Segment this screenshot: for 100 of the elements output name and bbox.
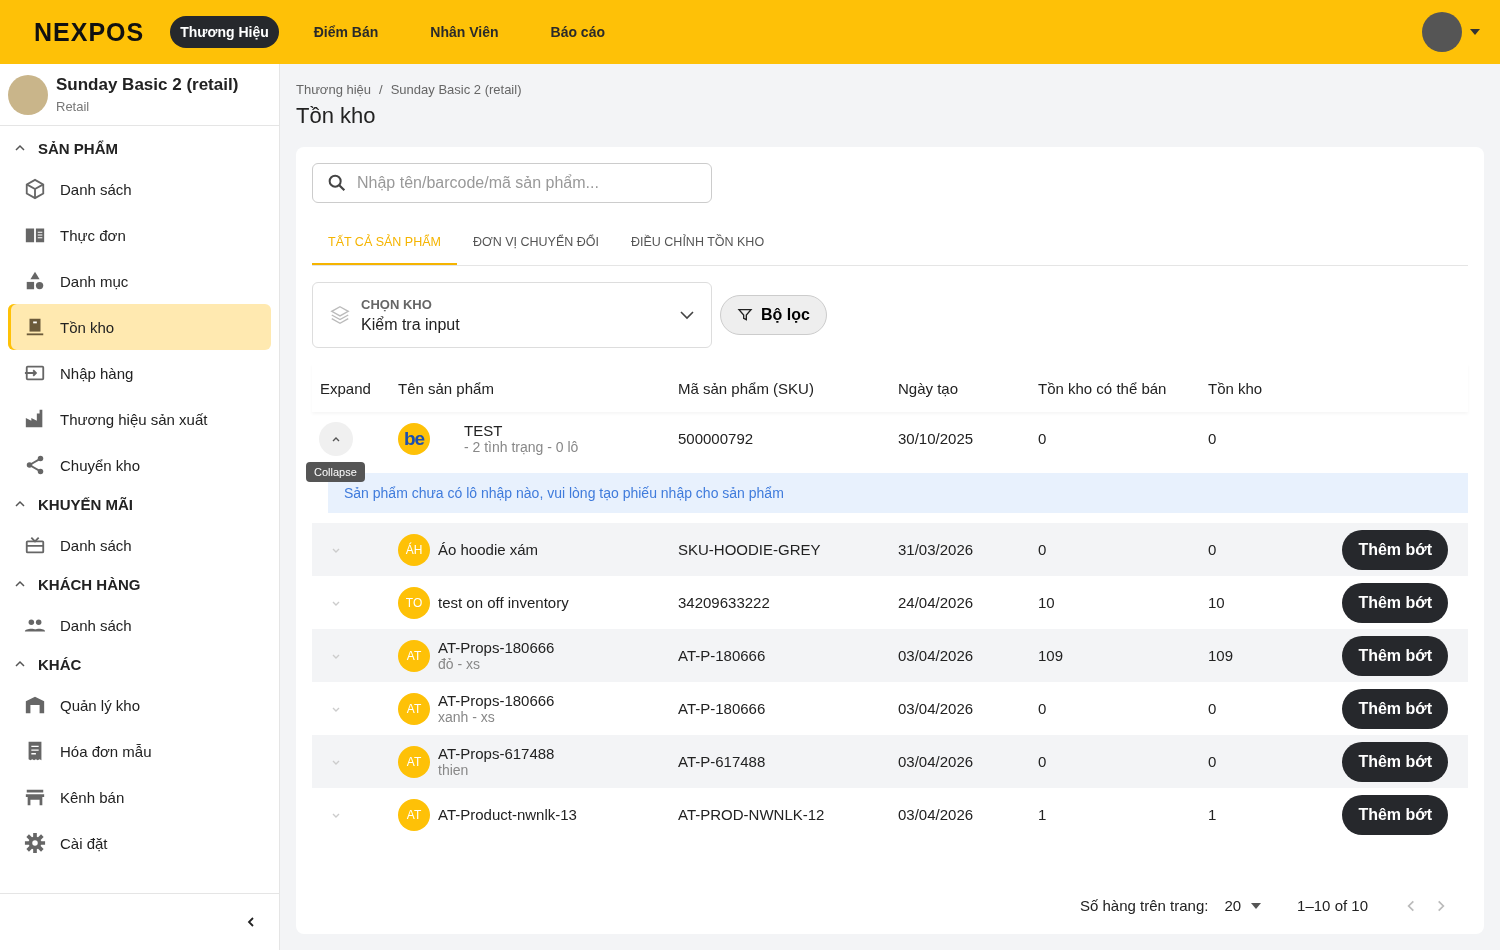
- sellable-stock-cell-text: 0: [1037, 541, 1048, 558]
- product-avatar: AT: [398, 692, 430, 725]
- sidebar-item[interactable]: Danh sách: [8, 166, 271, 212]
- product-avatar: AT: [398, 798, 430, 831]
- store-type: Retail: [56, 99, 91, 114]
- user-avatar[interactable]: [1422, 12, 1462, 52]
- sidebar-item[interactable]: Tồn kho: [8, 304, 271, 350]
- sellable-stock-cell-text: 109: [1037, 647, 1065, 664]
- store-photo: [8, 74, 48, 115]
- product-variant: - 2 tình trạng - 0 lô: [464, 439, 579, 455]
- sidebar-item[interactable]: Nhập hàng: [8, 350, 271, 396]
- adjust-button[interactable]: Thêm bớt: [1342, 688, 1448, 729]
- adjust-button[interactable]: Thêm bớt: [1342, 582, 1448, 623]
- date-cell-text: 03/04/2026: [897, 647, 975, 664]
- column-header: Tồn kho: [1207, 379, 1264, 397]
- sku-cell-text: AT-P-180666: [677, 647, 767, 664]
- adjust-button[interactable]: Thêm bớt: [1342, 794, 1448, 835]
- sellable-stock-cell-text: 10: [1037, 594, 1056, 611]
- sku-cell-text: AT-PROD-NWNLK-12: [677, 806, 826, 823]
- adjust-button[interactable]: Thêm bớt: [1342, 635, 1448, 676]
- date-cell-text: 31/03/2026: [897, 541, 975, 558]
- date-cell-text: 03/04/2026: [897, 700, 975, 717]
- column-header: Mã sản phẩm (SKU): [677, 379, 815, 397]
- filter-button[interactable]: Bộ lọc: [720, 295, 827, 335]
- sidebar-item[interactable]: Thực đơn: [8, 212, 271, 258]
- tab[interactable]: ĐIỀU CHỈNH TỒN KHO: [615, 223, 781, 265]
- nav-tab[interactable]: Nhân Viên: [413, 16, 516, 48]
- stock-cell-text: 109: [1207, 647, 1235, 664]
- logo[interactable]: NEXPOS: [34, 17, 145, 47]
- share-icon: [24, 454, 46, 476]
- stock-cell-text: 1: [1207, 806, 1218, 823]
- section-header[interactable]: SẢN PHẨM: [8, 134, 271, 162]
- page-title: Tồn kho: [296, 103, 377, 129]
- warehouse-select[interactable]: CHỌN KHO Kiểm tra input: [312, 282, 712, 348]
- product-name: Áo hoodie xám: [438, 541, 539, 558]
- product-name: AT-Product-nwnlk-13: [438, 806, 577, 823]
- sku-cell-text: AT-P-617488: [677, 753, 767, 770]
- product-variant: xanh - xs: [438, 709, 496, 725]
- nav-tab[interactable]: Thương Hiệu: [170, 16, 279, 48]
- rows-per-page-label: Số hàng trên trang:: [1079, 897, 1209, 914]
- pallet-icon: [24, 316, 46, 338]
- tab[interactable]: ĐƠN VỊ CHUYỂN ĐỔI: [457, 223, 615, 265]
- collapse-sidebar-icon[interactable]: [245, 916, 257, 928]
- date-cell-text: 24/04/2026: [897, 594, 975, 611]
- stock-cell-text: 10: [1207, 594, 1226, 611]
- product-avatar: ÁH: [398, 533, 430, 566]
- search-field[interactable]: Nhập tên/barcode/mã sản phẩm...: [312, 163, 712, 203]
- nav-tab[interactable]: Báo cáo: [533, 16, 622, 48]
- stock-cell-text: 0: [1207, 541, 1218, 558]
- layers-icon: [329, 304, 351, 326]
- sidebar-item[interactable]: Quản lý kho: [8, 682, 271, 728]
- stock-cell-text: 0: [1207, 700, 1218, 717]
- adjust-button[interactable]: Thêm bớt: [1342, 741, 1448, 782]
- nav-tab[interactable]: Điểm Bán: [296, 16, 396, 48]
- date-cell-text: 30/10/2025: [897, 430, 975, 447]
- tooltip: Collapse: [306, 461, 365, 482]
- caret-icon[interactable]: [1470, 29, 1480, 35]
- select-value: Kiểm tra input: [361, 315, 461, 334]
- section-header[interactable]: KHÁC: [8, 650, 271, 678]
- filter-icon: [737, 307, 753, 323]
- section-header[interactable]: KHUYẾN MÃI: [8, 490, 271, 518]
- column-header: Expand: [319, 379, 372, 397]
- select-label: CHỌN KHO: [361, 296, 433, 312]
- sidebar-item[interactable]: Chuyển kho: [8, 442, 271, 488]
- sku-cell-text: 500000792: [677, 430, 755, 447]
- stock-cell-text: 0: [1207, 430, 1218, 447]
- product-name: test on off inventory: [438, 594, 569, 611]
- expand-toggle[interactable]: [319, 421, 353, 456]
- search-icon: [326, 172, 348, 194]
- breadcrumb-separator: /: [379, 82, 383, 97]
- product-name: AT-Props-180666: [438, 639, 555, 656]
- shapes-icon: [24, 270, 46, 292]
- sidebar-item[interactable]: Danh sách: [8, 522, 271, 568]
- sku-cell-text: AT-P-180666: [677, 700, 767, 717]
- column-header: Tên sản phẩm: [397, 379, 495, 397]
- sidebar-item[interactable]: Danh sách: [8, 602, 271, 648]
- section-header[interactable]: KHÁCH HÀNG: [8, 570, 271, 598]
- gift-icon: [24, 534, 46, 556]
- product-name: AT-Props-617488: [438, 745, 555, 762]
- rows-per-page-select[interactable]: 20: [1224, 897, 1262, 914]
- box-icon: [24, 178, 46, 200]
- column-header: Ngày tạo: [897, 379, 960, 397]
- sidebar-item[interactable]: Hóa đơn mẫu: [8, 728, 271, 774]
- product-variant: thien: [438, 762, 470, 778]
- sidebar-item[interactable]: Thương hiệu sản xuất: [8, 396, 271, 442]
- product-name: AT-Props-180666: [438, 692, 555, 709]
- sellable-stock-cell-text: 0: [1037, 430, 1048, 447]
- sellable-stock-cell-text: 1: [1037, 806, 1048, 823]
- stock-cell-text: 0: [1207, 753, 1218, 770]
- sidebar-item[interactable]: Cài đặt: [8, 820, 271, 866]
- breadcrumb-link[interactable]: Thương hiệu: [296, 82, 372, 97]
- sidebar-item[interactable]: Kênh bán: [8, 774, 271, 820]
- adjust-button[interactable]: Thêm bớt: [1342, 529, 1448, 570]
- breadcrumb-link[interactable]: Sunday Basic 2 (retail): [390, 82, 522, 97]
- sidebar-item[interactable]: Danh mục: [8, 258, 271, 304]
- gear-icon: [24, 832, 46, 854]
- product-avatar: AT: [398, 639, 430, 672]
- product-logo: be: [398, 422, 430, 455]
- store-name: Sunday Basic 2 (retail): [56, 75, 239, 95]
- caret-icon: [1251, 902, 1262, 909]
